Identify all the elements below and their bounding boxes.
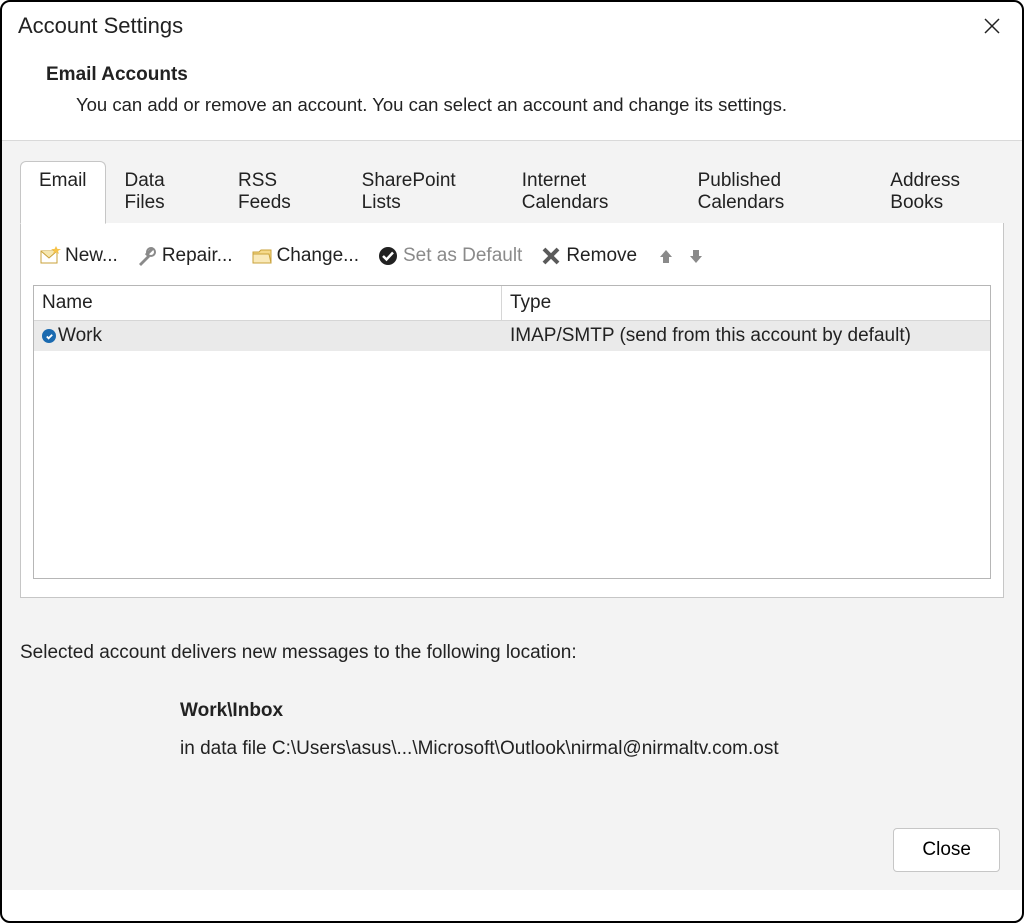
close-icon[interactable] (978, 12, 1006, 40)
folder-gear-icon (251, 245, 273, 267)
tab-data-files[interactable]: Data Files (106, 161, 219, 224)
tab-rss-feeds[interactable]: RSS Feeds (219, 161, 343, 224)
check-circle-icon (377, 245, 399, 267)
table-row[interactable]: Work IMAP/SMTP (send from this account b… (34, 321, 990, 351)
repair-button[interactable]: Repair... (130, 245, 239, 267)
tab-published-calendars[interactable]: Published Calendars (679, 161, 872, 224)
change-button[interactable]: Change... (245, 245, 365, 267)
tab-email[interactable]: Email (20, 161, 106, 224)
move-up-button[interactable] (655, 245, 677, 267)
tab-internet-calendars[interactable]: Internet Calendars (503, 161, 679, 224)
new-button[interactable]: New... (33, 245, 124, 267)
window-title: Account Settings (18, 13, 183, 39)
section-title: Email Accounts (46, 64, 982, 86)
account-name: Work (58, 325, 102, 347)
accounts-table: Name Type Work IMAP/SMTP (send from this… (33, 285, 991, 579)
new-label: New... (65, 245, 118, 267)
account-type: IMAP/SMTP (send from this account by def… (502, 321, 990, 351)
delivery-label: Selected account delivers new messages t… (12, 642, 1012, 664)
change-label: Change... (277, 245, 359, 267)
remove-label: Remove (566, 245, 637, 267)
x-icon (540, 245, 562, 267)
delivery-folder: Work\Inbox (12, 700, 1012, 722)
section-description: You can add or remove an account. You ca… (46, 94, 982, 116)
close-button[interactable]: Close (893, 828, 1000, 872)
column-type[interactable]: Type (502, 286, 990, 320)
tab-address-books[interactable]: Address Books (871, 161, 1022, 224)
toolbar: New... Repair... Change... Set as Defaul… (33, 239, 991, 285)
remove-button[interactable]: Remove (534, 245, 643, 267)
wrench-screwdriver-icon (136, 245, 158, 267)
tab-sharepoint-lists[interactable]: SharePoint Lists (343, 161, 503, 224)
delivery-path: in data file C:\Users\asus\...\Microsoft… (12, 738, 1012, 760)
envelope-star-icon (39, 245, 61, 267)
move-down-button[interactable] (685, 245, 707, 267)
table-header: Name Type (34, 286, 990, 321)
default-check-icon (42, 329, 56, 343)
set-default-label: Set as Default (403, 245, 522, 267)
tab-strip: Email Data Files RSS Feeds SharePoint Li… (2, 141, 1022, 224)
repair-label: Repair... (162, 245, 233, 267)
set-default-button: Set as Default (371, 245, 528, 267)
column-name[interactable]: Name (34, 286, 502, 320)
